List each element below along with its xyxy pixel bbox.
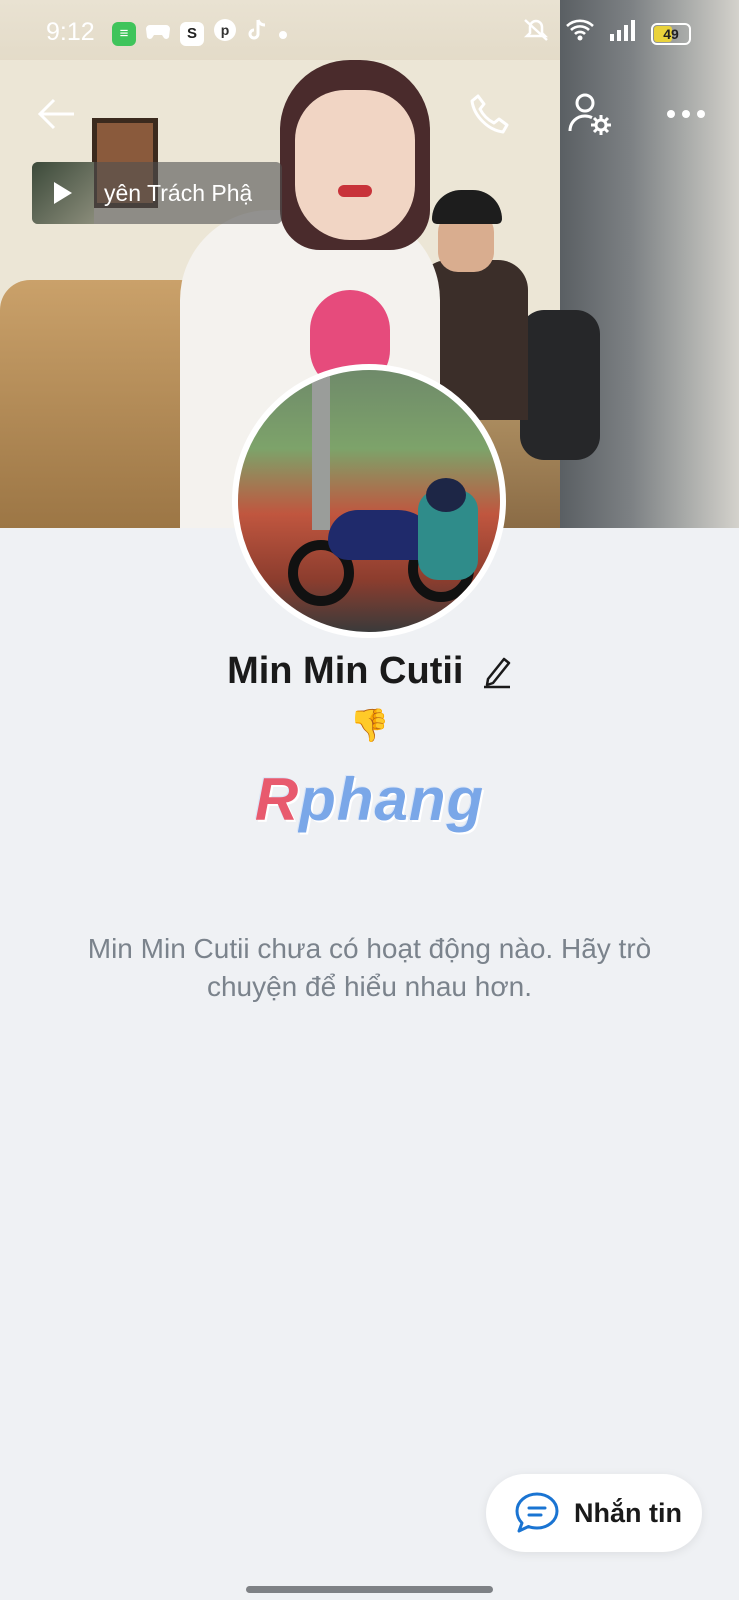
status-app-icons: ≡ S p bbox=[112, 18, 289, 49]
messages-icon: ≡ bbox=[112, 21, 136, 46]
wifi-icon bbox=[565, 18, 595, 49]
edit-name-button[interactable] bbox=[482, 655, 512, 689]
chat-bubble-icon bbox=[515, 1492, 559, 1533]
send-message-button[interactable]: Nhắn tin bbox=[486, 1474, 702, 1552]
music-album-thumb bbox=[32, 162, 94, 224]
more-icon bbox=[667, 110, 705, 118]
status-bar: 9:12 ≡ S p 49 bbox=[0, 0, 739, 62]
avatar-motorbike bbox=[288, 470, 478, 610]
profile-name: Min Min Cutii bbox=[227, 650, 464, 692]
send-message-label: Nhắn tin bbox=[574, 1497, 682, 1528]
more-options-button[interactable] bbox=[658, 86, 714, 142]
music-title: yên Trách Phậ bbox=[104, 179, 253, 206]
dot-icon bbox=[277, 19, 289, 48]
watermark-rest: phang bbox=[299, 766, 485, 833]
profile-name-row: Min Min Cutii bbox=[0, 650, 739, 693]
profile-header-actions bbox=[0, 86, 739, 146]
watermark-logo: Rphang bbox=[0, 765, 739, 834]
tiktok-icon bbox=[246, 18, 268, 49]
profile-music-chip[interactable]: yên Trách Phậ bbox=[32, 162, 282, 224]
phone-icon bbox=[470, 94, 509, 134]
profile-avatar[interactable] bbox=[232, 364, 506, 638]
shopee-icon: S bbox=[180, 21, 204, 46]
back-arrow-icon bbox=[37, 98, 74, 130]
home-indicator[interactable] bbox=[246, 1586, 493, 1593]
pinterest-icon: p bbox=[213, 18, 237, 49]
battery-icon: 49 bbox=[651, 22, 691, 45]
play-icon bbox=[54, 182, 72, 204]
gamepad-icon bbox=[145, 19, 171, 48]
call-button[interactable] bbox=[462, 86, 518, 142]
signal-icon bbox=[609, 19, 637, 48]
profile-status-emoji: 👎 bbox=[349, 707, 390, 743]
watermark-r: R bbox=[254, 766, 300, 833]
profile-settings-button[interactable] bbox=[562, 86, 618, 142]
svg-text:p: p bbox=[221, 22, 230, 38]
battery-level: 49 bbox=[663, 25, 679, 42]
empty-activity-message: Min Min Cutii chưa có hoạt động nào. Hãy… bbox=[87, 933, 652, 1002]
pencil-icon bbox=[483, 657, 511, 688]
status-system-icons: 49 bbox=[521, 18, 691, 49]
silent-icon bbox=[521, 18, 551, 49]
status-time: 9:12 bbox=[46, 18, 95, 46]
back-button[interactable] bbox=[28, 86, 84, 142]
user-settings-icon bbox=[568, 93, 611, 135]
